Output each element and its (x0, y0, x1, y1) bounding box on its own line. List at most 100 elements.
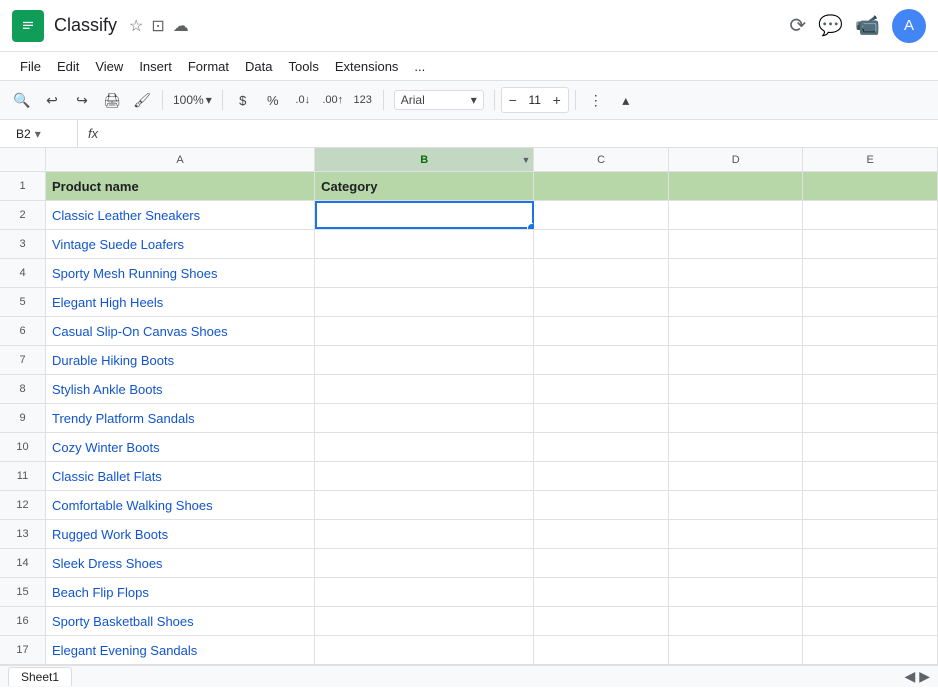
cell-c-13[interactable] (534, 520, 669, 548)
row-number[interactable]: 14 (0, 549, 46, 577)
cell-a-8[interactable]: Stylish Ankle Boots (46, 375, 315, 403)
cell-e-17[interactable] (803, 636, 938, 664)
cloud-icon[interactable]: ☁ (173, 16, 189, 36)
row-number[interactable]: 10 (0, 433, 46, 461)
cell-e-9[interactable] (803, 404, 938, 432)
cell-d-3[interactable] (669, 230, 804, 258)
scroll-right-button[interactable]: ▶ (919, 668, 930, 685)
increase-font-size-button[interactable]: + (546, 88, 568, 112)
cell-d-12[interactable] (669, 491, 804, 519)
history-icon[interactable]: ⟳ (789, 13, 806, 38)
row-number[interactable]: 6 (0, 317, 46, 345)
search-button[interactable]: 🔍 (8, 86, 36, 114)
cell-b-1[interactable]: Category (315, 172, 534, 200)
cell-c-2[interactable] (534, 201, 669, 229)
cell-e-3[interactable] (803, 230, 938, 258)
font-size-value[interactable]: 11 (524, 93, 546, 107)
cell-b-16[interactable] (315, 607, 534, 635)
row-number[interactable]: 12 (0, 491, 46, 519)
cell-d-11[interactable] (669, 462, 804, 490)
menu-extensions[interactable]: Extensions (327, 57, 407, 76)
menu-insert[interactable]: Insert (131, 57, 180, 76)
scroll-left-button[interactable]: ◀ (904, 668, 915, 685)
cell-c-11[interactable] (534, 462, 669, 490)
cell-c-6[interactable] (534, 317, 669, 345)
row-number[interactable]: 1 (0, 172, 46, 200)
cell-reference[interactable]: B2 ▾ (8, 120, 78, 147)
cell-c-7[interactable] (534, 346, 669, 374)
cell-d-4[interactable] (669, 259, 804, 287)
cell-a-11[interactable]: Classic Ballet Flats (46, 462, 315, 490)
menu-data[interactable]: Data (237, 57, 280, 76)
collapse-toolbar-button[interactable]: ▴ (612, 86, 640, 114)
cell-a-5[interactable]: Elegant High Heels (46, 288, 315, 316)
row-number[interactable]: 4 (0, 259, 46, 287)
sheet-tab[interactable]: Sheet1 (8, 667, 72, 686)
percent-button[interactable]: % (259, 86, 287, 114)
cell-b-12[interactable] (315, 491, 534, 519)
cell-e-13[interactable] (803, 520, 938, 548)
cell-d-15[interactable] (669, 578, 804, 606)
cell-b-10[interactable] (315, 433, 534, 461)
undo-button[interactable]: ↩ (38, 86, 66, 114)
cell-d-14[interactable] (669, 549, 804, 577)
menu-format[interactable]: Format (180, 57, 237, 76)
row-number[interactable]: 13 (0, 520, 46, 548)
cell-e-14[interactable] (803, 549, 938, 577)
print-button[interactable]: 🖨 (98, 86, 126, 114)
row-number[interactable]: 5 (0, 288, 46, 316)
row-number[interactable]: 8 (0, 375, 46, 403)
font-select[interactable]: Arial ▾ (394, 90, 484, 110)
cell-d-7[interactable] (669, 346, 804, 374)
cell-a-4[interactable]: Sporty Mesh Running Shoes (46, 259, 315, 287)
cell-b-6[interactable] (315, 317, 534, 345)
cell-b-11[interactable] (315, 462, 534, 490)
row-number[interactable]: 15 (0, 578, 46, 606)
cell-b-3[interactable] (315, 230, 534, 258)
app-icon[interactable] (12, 10, 44, 42)
cell-c-12[interactable] (534, 491, 669, 519)
col-header-b[interactable]: B ▼ (315, 148, 534, 171)
redo-button[interactable]: ↪ (68, 86, 96, 114)
cell-ref-dropdown[interactable]: ▾ (35, 127, 41, 141)
cell-b-4[interactable] (315, 259, 534, 287)
more-options-button[interactable]: ⋮ (582, 86, 610, 114)
increase-decimal-button[interactable]: .00↑ (319, 86, 347, 114)
cell-c-9[interactable] (534, 404, 669, 432)
cell-e-16[interactable] (803, 607, 938, 635)
cell-d-17[interactable] (669, 636, 804, 664)
cell-e-11[interactable] (803, 462, 938, 490)
cell-c-15[interactable] (534, 578, 669, 606)
row-number[interactable]: 11 (0, 462, 46, 490)
cell-d-8[interactable] (669, 375, 804, 403)
cell-b-17[interactable] (315, 636, 534, 664)
row-number[interactable]: 2 (0, 201, 46, 229)
row-number[interactable]: 17 (0, 636, 46, 664)
col-header-c[interactable]: C (534, 148, 669, 171)
col-header-e[interactable]: E (803, 148, 938, 171)
cell-a-13[interactable]: Rugged Work Boots (46, 520, 315, 548)
drive-icon[interactable]: ⊡ (151, 16, 164, 36)
menu-edit[interactable]: Edit (49, 57, 87, 76)
currency-button[interactable]: $ (229, 86, 257, 114)
cell-c-14[interactable] (534, 549, 669, 577)
cell-a-12[interactable]: Comfortable Walking Shoes (46, 491, 315, 519)
cell-c-10[interactable] (534, 433, 669, 461)
cell-b-15[interactable] (315, 578, 534, 606)
cell-c-1[interactable] (534, 172, 669, 200)
cell-d-6[interactable] (669, 317, 804, 345)
zoom-control[interactable]: 100% ▾ (169, 91, 216, 109)
cell-e-10[interactable] (803, 433, 938, 461)
cell-e-2[interactable] (803, 201, 938, 229)
doc-title[interactable]: Classify (54, 15, 117, 36)
cell-e-7[interactable] (803, 346, 938, 374)
avatar[interactable]: A (892, 9, 926, 43)
cell-b-5[interactable] (315, 288, 534, 316)
cell-b-9[interactable] (315, 404, 534, 432)
cell-a-17[interactable]: Elegant Evening Sandals (46, 636, 315, 664)
col-header-a[interactable]: A (46, 148, 315, 171)
cell-e-4[interactable] (803, 259, 938, 287)
decrease-decimal-button[interactable]: .0↓ (289, 86, 317, 114)
cell-b-8[interactable] (315, 375, 534, 403)
cell-c-17[interactable] (534, 636, 669, 664)
